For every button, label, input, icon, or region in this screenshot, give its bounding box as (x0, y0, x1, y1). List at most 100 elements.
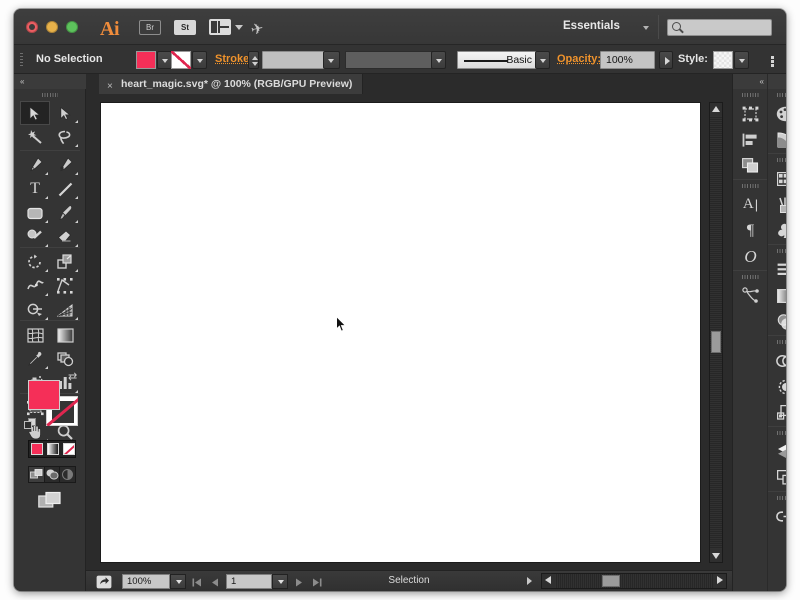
dock-group-grip-swatches[interactable] (777, 158, 786, 162)
dock-group-grip-appearance[interactable] (777, 340, 786, 344)
shaper-tool[interactable] (20, 225, 50, 249)
stroke-panel-icon[interactable] (773, 257, 786, 282)
scale-tool[interactable] (50, 250, 80, 274)
status-flyout-icon[interactable] (527, 577, 532, 585)
dock-group-grip-stroke[interactable] (777, 249, 786, 253)
artboard[interactable] (100, 102, 701, 563)
layers-panel-icon[interactable] (773, 439, 786, 464)
symbols-panel-icon[interactable] (773, 218, 786, 243)
selection-tool[interactable] (20, 101, 50, 125)
color-panel-icon[interactable] (773, 101, 786, 126)
dock-group-grip-layers[interactable] (777, 431, 786, 435)
stroke-profile-input[interactable] (345, 51, 437, 69)
draw-normal-mode-button[interactable] (29, 467, 45, 482)
tools-panel-grip[interactable] (42, 93, 58, 97)
color-mode-button[interactable] (29, 441, 45, 457)
direct-selection-tool[interactable] (50, 101, 80, 125)
none-mode-button[interactable] (61, 441, 77, 457)
stroke-profile-chevron-down-icon[interactable] (431, 51, 446, 69)
arrange-documents-icon[interactable] (209, 19, 231, 35)
tools-panel-header[interactable]: « (14, 74, 86, 89)
paper-boat-icon[interactable]: ✈ (249, 19, 265, 39)
collapse-dock-primary-icon[interactable]: « (760, 77, 765, 86)
opacity-label[interactable]: Opacity: (557, 53, 601, 65)
mesh-tool[interactable] (20, 323, 50, 347)
style-chevron-down-icon[interactable] (734, 51, 749, 69)
graphic-style-swatch[interactable] (713, 51, 733, 69)
workspace-label[interactable]: Essentials (563, 20, 620, 32)
opentype-panel-icon[interactable]: O (738, 244, 763, 269)
brush-chevron-down-icon[interactable] (535, 51, 550, 69)
brush-definition-input[interactable]: Basic (457, 51, 539, 69)
curvature-tool[interactable] (50, 153, 80, 177)
scroll-left-arrow-icon[interactable] (545, 576, 551, 584)
brushes-panel-icon[interactable] (773, 192, 786, 217)
document-tab[interactable]: × heart_magic.svg* @ 100% (RGB/GPU Previ… (99, 74, 364, 94)
pathfinder-panel-icon[interactable] (738, 153, 763, 178)
stroke-color-swatch[interactable] (171, 51, 191, 69)
character-panel-icon[interactable]: A | (738, 192, 763, 217)
dock-group-grip-trace[interactable] (742, 275, 759, 279)
horizontal-scrollbar-thumb[interactable] (602, 575, 620, 587)
dock-primary-grip[interactable] (742, 93, 759, 97)
links-panel-icon[interactable] (773, 504, 786, 529)
type-tool[interactable]: T (20, 177, 50, 201)
workspace-chevron-down-icon[interactable] (643, 26, 649, 30)
vertical-scrollbar-thumb[interactable] (711, 331, 721, 353)
artboards-panel-icon[interactable] (773, 400, 786, 425)
blend-tool[interactable] (50, 347, 80, 371)
scroll-right-arrow-icon[interactable] (717, 576, 723, 584)
draw-inside-mode-button[interactable] (60, 467, 75, 482)
magic-wand-tool[interactable] (20, 125, 50, 149)
width-tool[interactable] (20, 274, 50, 298)
dock-secondary-grip[interactable] (777, 93, 786, 97)
minimize-window-button[interactable] (46, 21, 58, 33)
stock-button[interactable]: St (174, 20, 196, 35)
control-bar-grip[interactable] (20, 53, 23, 67)
collapse-tools-icon[interactable]: « (20, 77, 25, 86)
gradient-panel-icon[interactable] (773, 283, 786, 308)
dock-group-grip-type[interactable] (742, 184, 759, 188)
shape-builder-tool[interactable] (20, 298, 50, 322)
stroke-chevron-down-icon[interactable] (192, 51, 207, 69)
free-transform-tool[interactable] (50, 274, 80, 298)
close-window-button[interactable] (26, 21, 38, 33)
scroll-up-arrow-icon[interactable] (712, 106, 720, 112)
bridge-button[interactable]: Br (139, 20, 161, 35)
vertical-scrollbar[interactable] (709, 102, 723, 563)
canvas-area[interactable] (86, 94, 732, 591)
search-input[interactable] (667, 19, 772, 36)
gradient-mode-button[interactable] (45, 441, 61, 457)
rotate-tool[interactable] (20, 250, 50, 274)
control-bar-menu-icon[interactable] (771, 56, 785, 67)
opacity-input[interactable]: 100% (600, 51, 655, 69)
transform-panel-icon[interactable] (738, 101, 763, 126)
stroke-weight-stepper[interactable] (248, 51, 259, 69)
perspective-grid-tool[interactable] (50, 298, 80, 322)
image-trace-panel-icon[interactable] (738, 283, 763, 308)
draw-behind-mode-button[interactable] (45, 467, 61, 482)
swatches-panel-icon[interactable] (773, 166, 786, 191)
lasso-tool[interactable] (50, 125, 80, 149)
stroke-weight-input[interactable] (262, 51, 327, 69)
transparency-panel-icon[interactable] (773, 309, 786, 334)
gradient-tool[interactable] (50, 323, 80, 347)
chevron-down-icon[interactable] (235, 25, 243, 30)
default-fill-stroke-icon[interactable] (24, 418, 37, 431)
line-segment-tool[interactable] (50, 177, 80, 201)
eraser-tool[interactable] (50, 225, 80, 249)
align-panel-icon[interactable] (738, 127, 763, 152)
fill-chevron-down-icon[interactable] (157, 51, 172, 69)
opacity-flyout-icon[interactable] (659, 51, 673, 69)
artboards-secondary-panel-icon[interactable] (773, 465, 786, 490)
stroke-weight-chevron-down-icon[interactable] (323, 51, 340, 69)
swap-fill-stroke-icon[interactable]: ⇄ (68, 370, 77, 383)
horizontal-scrollbar[interactable] (541, 573, 727, 589)
scroll-down-arrow-icon[interactable] (712, 553, 720, 559)
horizontal-scrollbar-track[interactable] (555, 574, 713, 588)
pen-tool[interactable] (20, 153, 50, 177)
color-guide-panel-icon[interactable] (773, 127, 786, 152)
dock-secondary-header[interactable]: « (768, 74, 786, 89)
dock-primary-header[interactable]: « (733, 74, 768, 89)
dock-group-grip-links[interactable] (777, 496, 786, 500)
